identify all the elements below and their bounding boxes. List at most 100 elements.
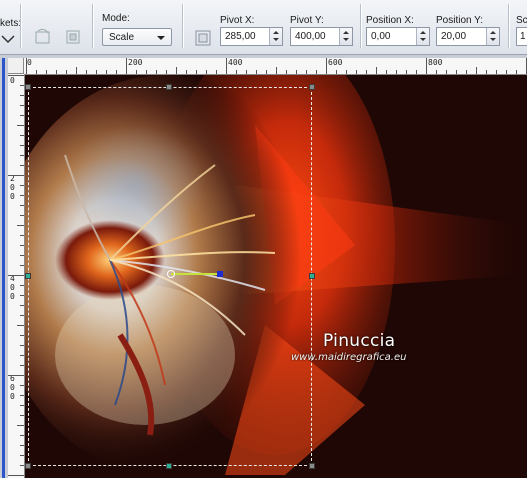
ruler-tick <box>20 445 24 446</box>
ruler-tick <box>20 255 24 256</box>
position-x-spinner[interactable] <box>416 28 429 45</box>
ruler-tick <box>20 205 24 206</box>
transform-handle-top[interactable] <box>166 84 172 90</box>
transform-handle-bottom-left[interactable] <box>25 463 31 469</box>
rotation-handle[interactable] <box>217 271 223 277</box>
pivot-y-value: 400,00 <box>295 31 326 42</box>
ruler-tick <box>20 105 24 106</box>
pivot-y-field[interactable]: 400,00 <box>290 27 353 46</box>
hruler-label: 200 <box>128 58 143 67</box>
pivot-point-icon[interactable] <box>167 270 175 278</box>
transform-handle-top-right[interactable] <box>309 84 315 90</box>
ruler-tick <box>326 58 327 74</box>
hruler-label: 600 <box>328 58 343 67</box>
ruler-tick <box>106 70 107 74</box>
reset-icon[interactable] <box>32 26 54 48</box>
ruler-tick <box>176 67 177 74</box>
scale-field[interactable]: 1 <box>516 27 527 46</box>
ruler-tick <box>20 355 24 356</box>
ruler-tick <box>346 70 347 74</box>
ruler-tick <box>17 425 24 426</box>
ruler-tick <box>8 275 24 276</box>
ruler-tick <box>26 58 27 74</box>
ruler-tick <box>416 70 417 74</box>
ruler-tick <box>226 58 227 74</box>
vruler-label: 2 0 0 <box>10 174 15 201</box>
horizontal-ruler: 0 200 400 600 800 <box>24 58 527 75</box>
ruler-tick <box>20 315 24 316</box>
pivot-anchor-icon[interactable] <box>192 27 214 49</box>
position-x-label: Position X: <box>366 15 414 26</box>
ruler-tick <box>17 125 24 126</box>
ruler-tick <box>20 85 24 86</box>
ruler-tick <box>20 465 24 466</box>
ruler-tick <box>456 70 457 74</box>
document-window-border <box>2 58 5 478</box>
ruler-tick <box>246 70 247 74</box>
pivot-x-spinner[interactable] <box>269 28 282 45</box>
transform-handle-bottom[interactable] <box>166 463 172 469</box>
image-canvas[interactable]: Pinuccia www.maidiregrafica.eu <box>25 75 527 478</box>
ruler-tick <box>376 67 377 74</box>
ruler-tick <box>236 70 237 74</box>
ruler-tick <box>8 75 24 76</box>
ruler-tick <box>8 475 24 476</box>
presets-dropdown-icon[interactable] <box>0 30 16 52</box>
pivot-y-spinner[interactable] <box>339 28 352 45</box>
transform-handle-right[interactable] <box>309 273 315 279</box>
ruler-tick <box>86 70 87 74</box>
vruler-label: 0 <box>10 76 15 85</box>
position-x-field[interactable]: 0,00 <box>366 27 430 46</box>
ruler-tick <box>20 115 24 116</box>
pivot-x-label: Pivot X: <box>220 15 255 26</box>
apply-transform-icon[interactable] <box>62 26 84 48</box>
ruler-tick <box>186 70 187 74</box>
vertical-ruler: 0 2 0 0 4 0 0 6 0 0 <box>8 74 25 478</box>
position-y-spinner[interactable] <box>486 28 499 45</box>
ruler-tick <box>256 70 257 74</box>
ruler-tick <box>36 70 37 74</box>
ruler-tick <box>20 185 24 186</box>
ruler-tick <box>20 165 24 166</box>
ruler-tick <box>20 195 24 196</box>
watermark-name: Pinuccia <box>323 331 396 351</box>
mode-select[interactable]: Scale <box>102 28 172 46</box>
ruler-tick <box>366 70 367 74</box>
position-y-field[interactable]: 20,00 <box>436 27 500 46</box>
ruler-tick <box>20 285 24 286</box>
rotation-handle-line <box>171 273 221 275</box>
ruler-tick <box>196 70 197 74</box>
ruler-tick <box>20 435 24 436</box>
ruler-tick <box>466 70 467 74</box>
ruler-tick <box>406 70 407 74</box>
position-y-value: 20,00 <box>441 31 467 42</box>
pivot-x-field[interactable]: 285,00 <box>220 27 283 46</box>
ruler-tick <box>17 325 24 326</box>
ruler-tick <box>20 235 24 236</box>
ruler-tick <box>396 70 397 74</box>
scale-value: 1 <box>520 31 526 42</box>
ruler-tick <box>20 345 24 346</box>
ruler-tick <box>126 58 127 74</box>
transform-handle-bottom-right[interactable] <box>309 463 315 469</box>
ruler-tick <box>506 70 507 74</box>
ruler-tick <box>516 70 517 74</box>
transform-handle-left[interactable] <box>25 273 31 279</box>
ruler-tick <box>386 70 387 74</box>
ruler-tick <box>76 67 77 74</box>
ruler-tick <box>166 70 167 74</box>
ruler-tick <box>296 70 297 74</box>
ruler-tick <box>276 67 277 74</box>
ruler-tick <box>20 145 24 146</box>
ruler-tick <box>20 295 24 296</box>
ruler-tick <box>266 70 267 74</box>
pivot-x-value: 285,00 <box>225 31 256 42</box>
ruler-tick <box>486 70 487 74</box>
transform-handle-top-left[interactable] <box>25 84 31 90</box>
ruler-tick <box>20 385 24 386</box>
ruler-corner <box>8 58 24 74</box>
hruler-label: 800 <box>428 58 443 67</box>
ruler-tick <box>216 70 217 74</box>
ruler-tick <box>336 70 337 74</box>
ruler-tick <box>426 58 427 74</box>
